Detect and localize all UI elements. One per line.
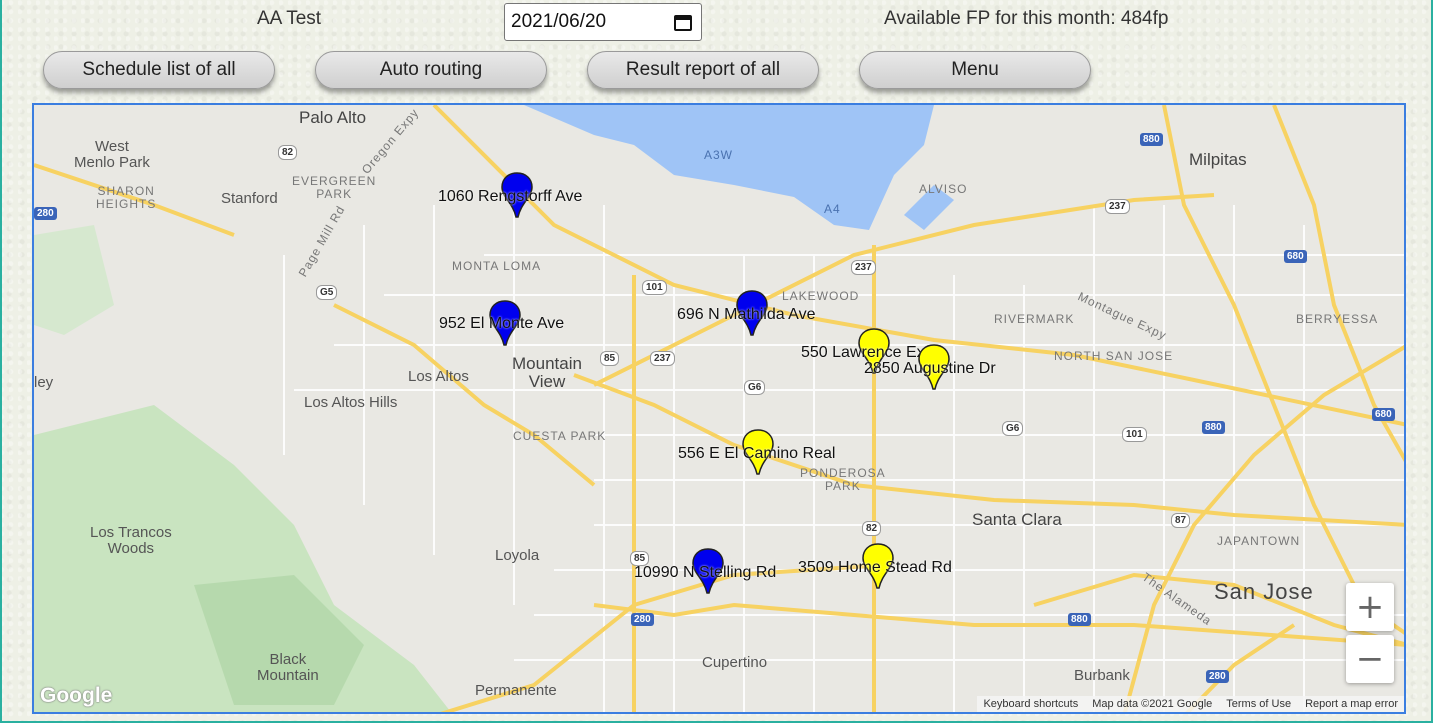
- map-pin-label: 696 N Mathilda Ave: [677, 306, 816, 323]
- available-fp-label: Available FP for this month: 484fp: [884, 8, 1169, 29]
- place-japantown: JAPANTOWN: [1217, 534, 1301, 548]
- place-west-menlo-park: West Menlo Park: [74, 138, 150, 171]
- zoom-in-button[interactable]: +: [1346, 583, 1394, 631]
- terms-link[interactable]: Terms of Use: [1226, 698, 1291, 710]
- place-santa-clara: Santa Clara: [972, 510, 1062, 529]
- place-permanente: Permanente: [475, 682, 557, 699]
- map-pin-label: 2850 Augustine Dr: [864, 360, 996, 377]
- zoom-out-button[interactable]: −: [1346, 635, 1394, 683]
- result-report-button[interactable]: Result report of all: [587, 51, 819, 89]
- shield-680b: 680: [1372, 408, 1395, 421]
- water-label-a3w: A3W: [704, 148, 734, 162]
- map-pin-label: 952 El Monte Ave: [439, 315, 565, 332]
- shield-680: 680: [1284, 250, 1307, 263]
- map-footer: Keyboard shortcuts Map data ©2021 Google…: [977, 696, 1404, 712]
- place-los-trancos-woods: Los Trancos Woods: [90, 524, 172, 557]
- shield-237b: 237: [650, 351, 675, 366]
- menu-button[interactable]: Menu: [859, 51, 1091, 89]
- place-san-jose: San Jose: [1214, 579, 1314, 604]
- place-north-san-jose: NORTH SAN JOSE: [1054, 349, 1174, 363]
- shield-880: 880: [1140, 133, 1163, 146]
- shield-280c: 280: [1206, 670, 1229, 683]
- water-label-a4: A4: [824, 202, 841, 216]
- place-evergreen-park: EVERGREEN PARK: [292, 174, 377, 201]
- shield-g5: G5: [316, 285, 338, 300]
- place-los-altos-hills: Los Altos Hills: [304, 394, 398, 411]
- shield-g6: G6: [744, 380, 766, 395]
- shield-101: 101: [642, 280, 667, 295]
- map[interactable]: Palo Alto West Menlo Park SHARON HEIGHTS…: [32, 103, 1406, 714]
- shield-g6b: G6: [1002, 421, 1024, 436]
- map-data-text: Map data ©2021 Google: [1092, 698, 1213, 710]
- park-area-north: [34, 225, 114, 335]
- shield-237c: 237: [1105, 199, 1130, 214]
- place-lakewood: LAKEWOOD: [782, 289, 860, 303]
- place-sharon-heights: SHARON HEIGHTS: [96, 184, 157, 211]
- bay-water: [524, 105, 934, 230]
- shield-82b: 82: [862, 521, 882, 536]
- shield-880b: 880: [1202, 421, 1225, 434]
- place-mountain-view: Mountain View: [512, 354, 582, 391]
- place-stanford: Stanford: [221, 190, 278, 207]
- schedule-list-button[interactable]: Schedule list of all: [43, 51, 275, 89]
- shield-87: 87: [1171, 513, 1191, 528]
- map-pin-label: 1060 Rengstorff Ave: [438, 188, 583, 205]
- date-value: 2021/06/20: [511, 11, 607, 32]
- place-ley: ley: [34, 374, 54, 391]
- shield-280b: 280: [631, 613, 654, 626]
- shield-280: 280: [34, 207, 57, 220]
- map-pin-label: 10990 N Stelling Rd: [634, 564, 777, 581]
- place-rivermark: RIVERMARK: [994, 312, 1075, 326]
- toolbar: Schedule list of all Auto routing Result…: [2, 51, 1431, 91]
- place-cuesta-park: CUESTA PARK: [513, 429, 607, 443]
- place-los-altos: Los Altos: [408, 368, 469, 385]
- place-loyola: Loyola: [495, 547, 540, 564]
- map-pin-label: 556 E El Camino Real: [678, 445, 836, 462]
- report-error-link[interactable]: Report a map error: [1305, 698, 1398, 710]
- shield-880c: 880: [1068, 613, 1091, 626]
- google-logo[interactable]: Google: [40, 684, 112, 708]
- place-cupertino: Cupertino: [702, 654, 768, 671]
- shield-85: 85: [600, 351, 620, 366]
- place-milpitas: Milpitas: [1189, 150, 1247, 169]
- place-palo-alto: Palo Alto: [299, 108, 367, 127]
- place-burbank: Burbank: [1074, 667, 1130, 684]
- user-name: AA Test: [257, 8, 322, 29]
- place-black-mountain: Black Mountain: [257, 651, 319, 684]
- auto-routing-button[interactable]: Auto routing: [315, 51, 547, 89]
- place-ponderosa-park: PONDEROSA PARK: [800, 466, 886, 493]
- place-monta-loma: MONTA LOMA: [452, 259, 542, 273]
- date-input[interactable]: 2021/06/20: [504, 3, 702, 41]
- place-alviso: ALVISO: [919, 182, 968, 196]
- shield-82: 82: [278, 145, 298, 160]
- shield-237: 237: [851, 260, 876, 275]
- place-berryessa: BERRYESSA: [1296, 312, 1379, 326]
- calendar-icon[interactable]: [673, 12, 693, 32]
- shield-101b: 101: [1122, 427, 1147, 442]
- keyboard-shortcuts-link[interactable]: Keyboard shortcuts: [983, 698, 1078, 710]
- map-pin-label: 3509 Home Stead Rd: [798, 559, 952, 576]
